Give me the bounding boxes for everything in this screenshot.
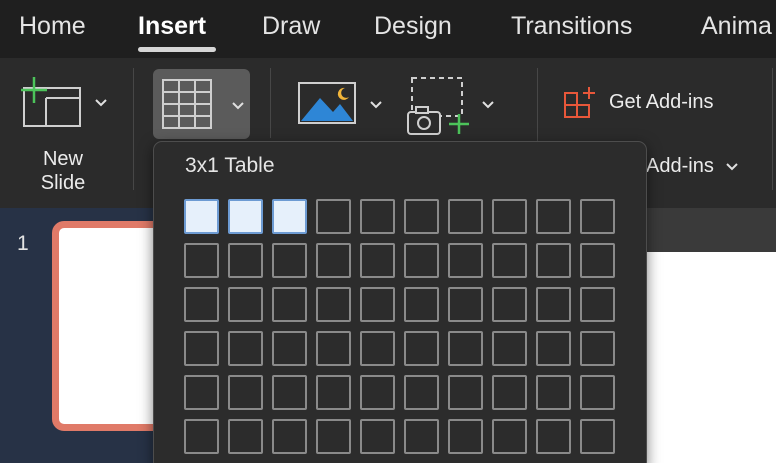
new-slide-label-text: New Slide xyxy=(40,148,86,194)
table-grid-cell[interactable] xyxy=(448,199,483,234)
table-grid-cell[interactable] xyxy=(228,375,263,410)
new-slide-button[interactable] xyxy=(18,74,82,130)
picture-icon xyxy=(298,82,356,124)
tab-design[interactable]: Design xyxy=(374,12,452,41)
ribbon-divider xyxy=(270,68,271,138)
table-grid-cell[interactable] xyxy=(492,243,527,278)
table-grid-cell[interactable] xyxy=(228,199,263,234)
table-grid-cell[interactable] xyxy=(492,287,527,322)
table-grid-cell[interactable] xyxy=(580,331,615,366)
table-grid-cell[interactable] xyxy=(404,419,439,454)
table-grid-cell[interactable] xyxy=(492,199,527,234)
table-grid-cell[interactable] xyxy=(536,331,571,366)
table-grid-cell[interactable] xyxy=(580,287,615,322)
table-grid-cell[interactable] xyxy=(448,419,483,454)
table-grid-cell[interactable] xyxy=(184,375,219,410)
pictures-chevron-down-icon[interactable] xyxy=(369,98,383,114)
pictures-button[interactable] xyxy=(298,82,358,126)
table-grid-cell[interactable] xyxy=(404,243,439,278)
table-grid-cell[interactable] xyxy=(316,199,351,234)
tab-insert[interactable]: Insert xyxy=(138,12,206,41)
table-grid-cell[interactable] xyxy=(404,375,439,410)
table-grid-cell[interactable] xyxy=(448,287,483,322)
ribbon-tab-bar: Home Insert Draw Design Transitions Anim… xyxy=(0,0,776,58)
table-grid-cell[interactable] xyxy=(272,331,307,366)
table-grid-cell[interactable] xyxy=(360,287,395,322)
table-size-grid[interactable] xyxy=(184,199,615,454)
active-tab-indicator xyxy=(138,47,216,52)
table-grid-cell[interactable] xyxy=(184,331,219,366)
table-grid-cell[interactable] xyxy=(272,243,307,278)
table-grid-cell[interactable] xyxy=(360,419,395,454)
table-grid-cell[interactable] xyxy=(272,199,307,234)
table-icon xyxy=(162,79,212,129)
table-grid-cell[interactable] xyxy=(360,199,395,234)
table-grid-cell[interactable] xyxy=(448,331,483,366)
table-grid-cell[interactable] xyxy=(360,375,395,410)
table-grid-cell[interactable] xyxy=(536,287,571,322)
screenshot-icon xyxy=(407,77,469,135)
table-grid-cell[interactable] xyxy=(316,419,351,454)
table-grid-cell[interactable] xyxy=(184,243,219,278)
table-grid-cell[interactable] xyxy=(316,287,351,322)
table-chevron-down-icon[interactable] xyxy=(231,99,245,115)
table-grid-cell[interactable] xyxy=(536,419,571,454)
table-grid-cell[interactable] xyxy=(272,287,307,322)
screenshot-button[interactable] xyxy=(406,76,474,136)
table-grid-cell[interactable] xyxy=(184,199,219,234)
ribbon-divider xyxy=(772,68,773,190)
tab-home[interactable]: Home xyxy=(19,12,86,41)
table-grid-cell[interactable] xyxy=(404,199,439,234)
table-size-label: 3x1 Table xyxy=(185,154,275,177)
addins-group-button[interactable]: Add-ins xyxy=(646,155,739,178)
table-grid-cell[interactable] xyxy=(316,375,351,410)
table-grid-cell[interactable] xyxy=(184,287,219,322)
table-grid-cell[interactable] xyxy=(272,375,307,410)
table-grid-cell[interactable] xyxy=(184,419,219,454)
table-grid-cell[interactable] xyxy=(580,199,615,234)
table-grid-cell[interactable] xyxy=(580,419,615,454)
tab-animations[interactable]: Anima xyxy=(701,12,772,41)
table-grid-cell[interactable] xyxy=(228,243,263,278)
addins-group-label: Add-ins xyxy=(646,155,714,177)
new-slide-chevron-down-icon[interactable] xyxy=(94,96,108,112)
table-grid-cell[interactable] xyxy=(228,331,263,366)
new-slide-label: New Slide xyxy=(22,147,104,195)
table-grid-cell[interactable] xyxy=(536,243,571,278)
table-grid-cell[interactable] xyxy=(580,243,615,278)
table-grid-cell[interactable] xyxy=(360,243,395,278)
table-grid-cell[interactable] xyxy=(448,243,483,278)
addins-icon xyxy=(564,87,595,118)
tab-draw[interactable]: Draw xyxy=(262,12,320,41)
table-grid-cell[interactable] xyxy=(228,287,263,322)
table-grid-cell[interactable] xyxy=(492,375,527,410)
table-grid-cell[interactable] xyxy=(492,331,527,366)
screenshot-chevron-down-icon[interactable] xyxy=(481,98,495,114)
table-grid-cell[interactable] xyxy=(360,331,395,366)
table-grid-cell[interactable] xyxy=(316,243,351,278)
table-grid-cell[interactable] xyxy=(580,375,615,410)
table-grid-cell[interactable] xyxy=(228,419,263,454)
addins-chevron-down-icon xyxy=(726,163,739,171)
slide-number: 1 xyxy=(17,232,29,255)
table-grid-cell[interactable] xyxy=(316,331,351,366)
get-addins-label: Get Add-ins xyxy=(609,91,714,113)
table-grid-cell[interactable] xyxy=(448,375,483,410)
ribbon-divider xyxy=(133,68,134,190)
tab-transitions[interactable]: Transitions xyxy=(511,12,632,41)
table-grid-cell[interactable] xyxy=(536,375,571,410)
insert-table-dropdown: 3x1 Table xyxy=(153,141,647,463)
table-button[interactable] xyxy=(153,69,250,139)
table-grid-cell[interactable] xyxy=(492,419,527,454)
new-slide-icon xyxy=(21,77,81,127)
table-grid-cell[interactable] xyxy=(404,287,439,322)
table-grid-cell[interactable] xyxy=(536,199,571,234)
table-grid-cell[interactable] xyxy=(404,331,439,366)
table-grid-cell[interactable] xyxy=(272,419,307,454)
